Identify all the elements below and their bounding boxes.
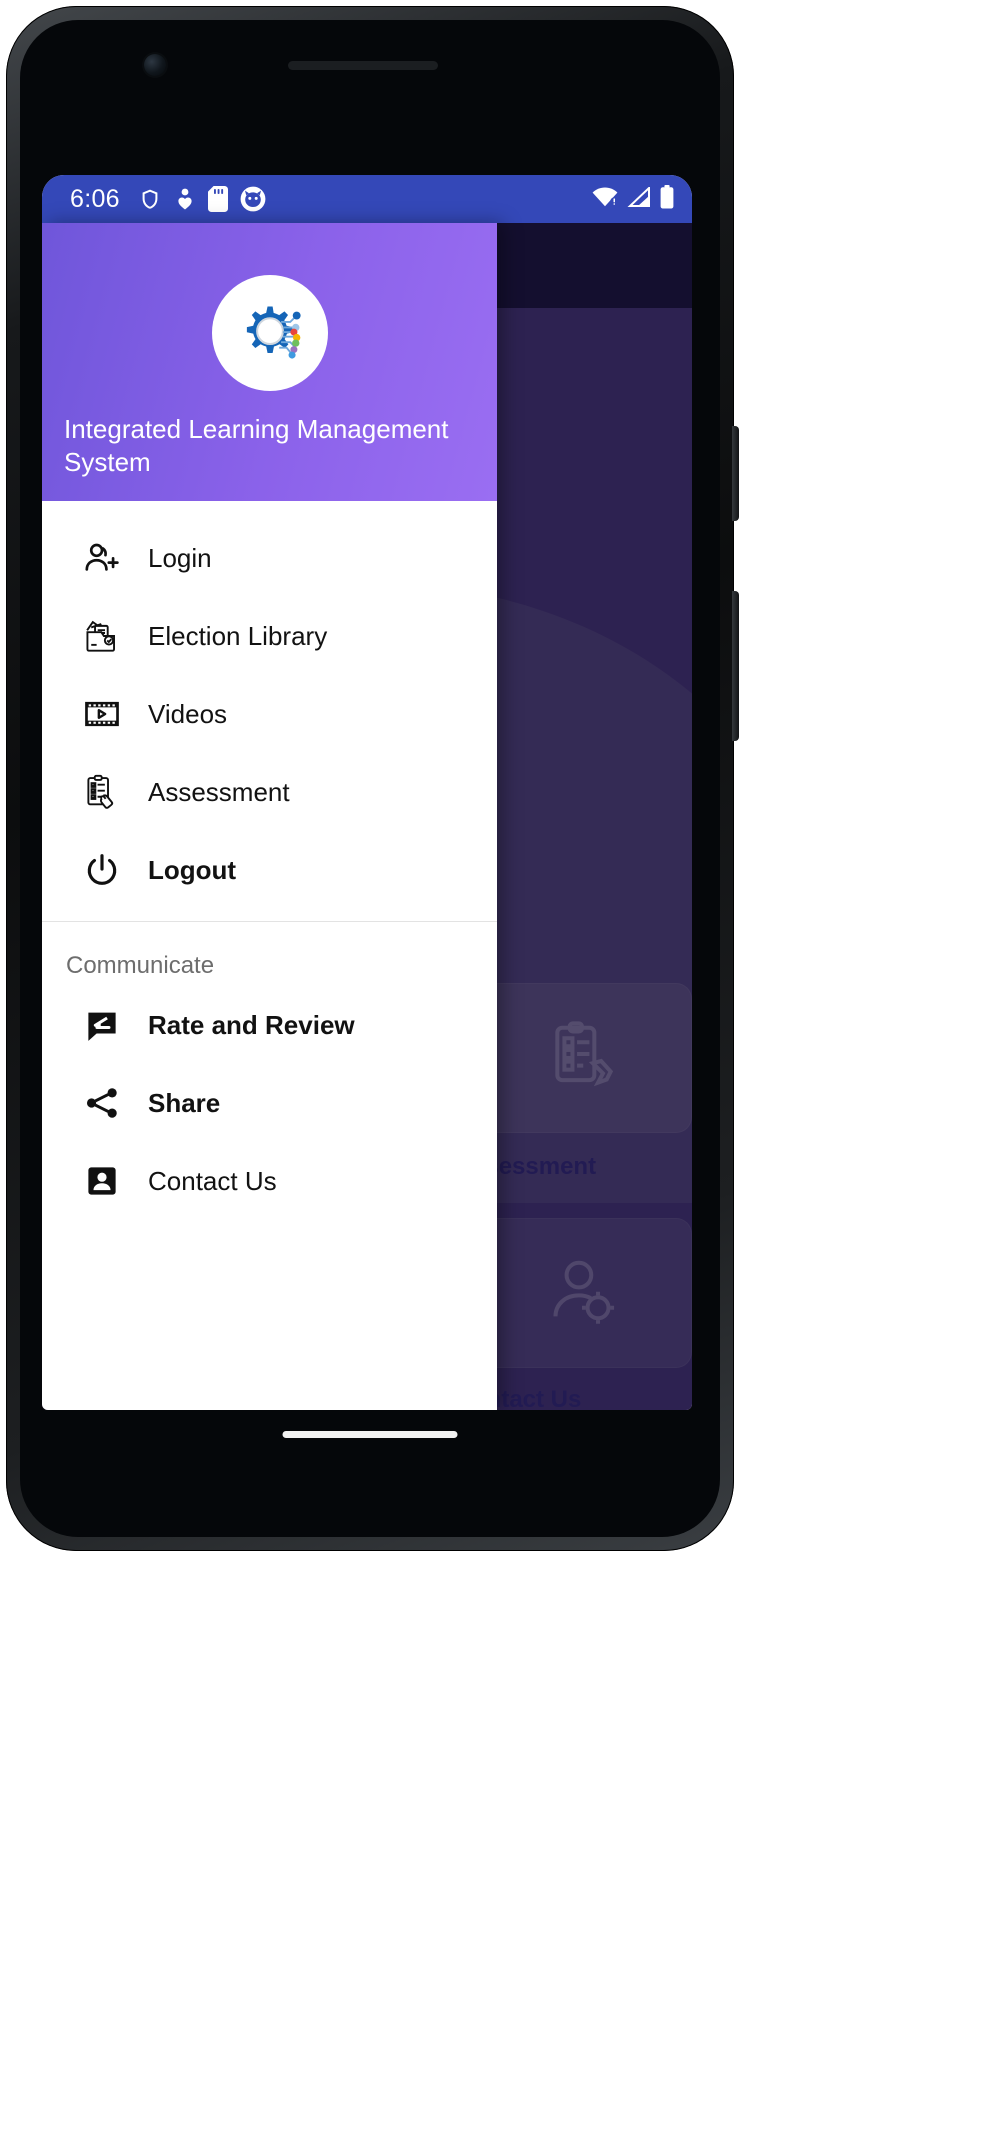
drawer-header: Integrated Learning Management System xyxy=(42,223,497,501)
volume-button[interactable] xyxy=(732,591,739,741)
front-camera xyxy=(144,54,166,76)
drawer-menu-list: Login Election Library Videos Assessment… xyxy=(42,501,497,1220)
status-bar: 6:06 xyxy=(42,175,692,223)
menu-item-share[interactable]: Share xyxy=(42,1064,497,1142)
share-nodes-icon xyxy=(82,1083,122,1123)
menu-item-rate-and-review[interactable]: Rate and Review xyxy=(42,986,497,1064)
navigation-drawer: Integrated Learning Management System Lo… xyxy=(42,223,497,1410)
comment-edit-icon xyxy=(82,1005,122,1045)
shield-icon xyxy=(138,187,162,211)
menu-item-label: Contact Us xyxy=(148,1165,277,1196)
power-icon xyxy=(82,850,122,890)
film-strip-play-icon xyxy=(82,694,122,734)
gesture-navigation-bar[interactable] xyxy=(282,1431,458,1438)
menu-item-label: Login xyxy=(148,542,212,573)
person-heart-icon xyxy=(174,187,196,211)
app-title: Integrated Learning Management System xyxy=(64,414,449,477)
menu-item-login[interactable]: Login xyxy=(42,519,497,597)
documents-folder-icon xyxy=(82,616,122,656)
cat-face-icon xyxy=(240,186,266,212)
clipboard-hand-icon xyxy=(82,772,122,812)
cellular-signal-icon xyxy=(627,185,651,212)
menu-item-election-library[interactable]: Election Library xyxy=(42,597,497,675)
menu-item-videos[interactable]: Videos xyxy=(42,675,497,753)
menu-item-logout[interactable]: Logout xyxy=(42,831,497,909)
contact-card-icon xyxy=(82,1161,122,1201)
status-bar-right-icons xyxy=(592,184,674,214)
menu-item-label: Share xyxy=(148,1087,221,1118)
person-add-icon xyxy=(82,538,122,578)
menu-item-label: Videos xyxy=(148,698,228,729)
sd-card-icon xyxy=(207,186,228,212)
menu-item-label: Election Library xyxy=(148,620,328,651)
menu-item-label: Rate and Review xyxy=(148,1009,355,1040)
menu-item-label: Logout xyxy=(148,854,237,885)
status-clock: 6:06 xyxy=(70,184,120,213)
wifi-icon xyxy=(592,187,619,212)
menu-item-contact-us[interactable]: Contact Us xyxy=(42,1142,497,1220)
section-header-communicate: Communicate xyxy=(66,952,215,979)
menu-item-assessment[interactable]: Assessment xyxy=(42,753,497,831)
phone-screen: 6:06 ssessment ontact Us Integrated Lear… xyxy=(42,175,692,1410)
power-button[interactable] xyxy=(732,426,739,521)
menu-item-label: Assessment xyxy=(148,776,290,807)
battery-icon xyxy=(660,184,674,214)
ilms-gear-circuit-logo xyxy=(211,275,328,391)
earpiece-speaker xyxy=(288,61,438,70)
